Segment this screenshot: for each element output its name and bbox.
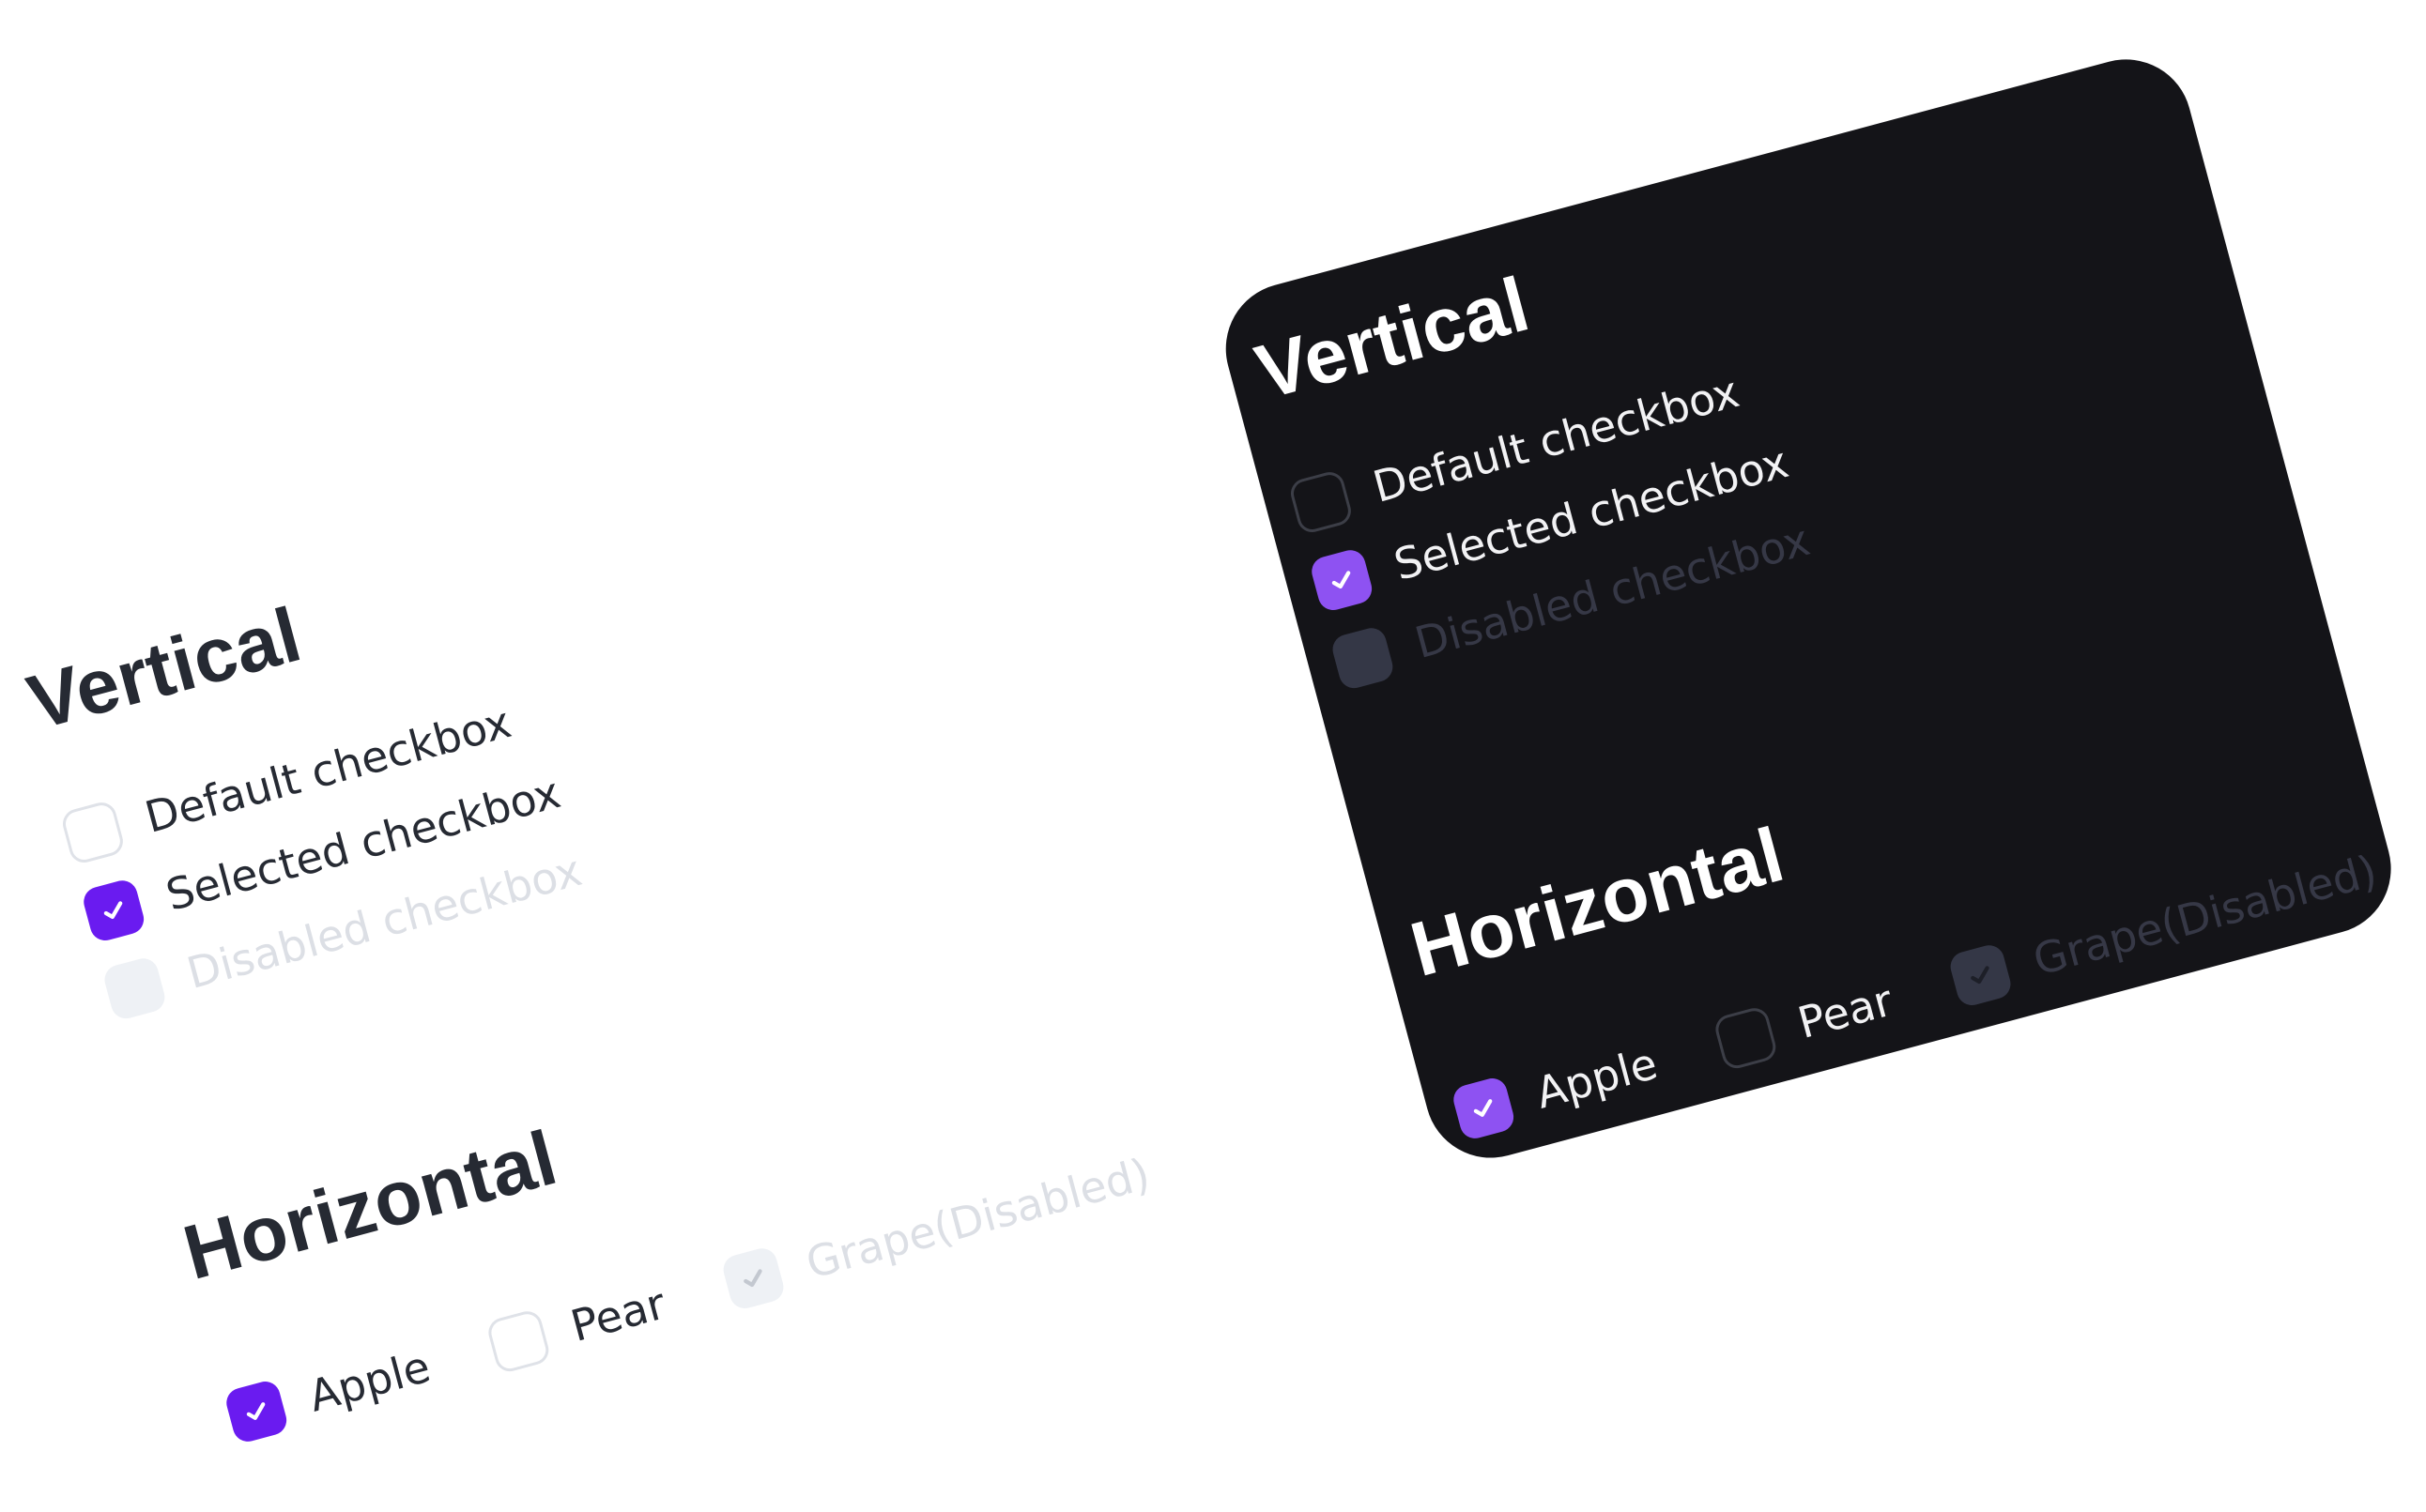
light-pear-checkbox[interactable]: Pear <box>484 1276 671 1375</box>
checkbox-label: Grape(Disabled) <box>800 1148 1156 1289</box>
checkmark-icon <box>103 901 123 920</box>
checkbox-disabled-box <box>100 955 168 1022</box>
checkbox-checked-box[interactable] <box>223 1378 290 1445</box>
checkbox-unchecked-box[interactable] <box>59 799 127 866</box>
checkbox-showcase: Vertical Default checkbox Selected check… <box>0 0 2426 1512</box>
checkbox-checked-box[interactable] <box>80 877 147 944</box>
light-grape-checkbox: Grape(Disabled) <box>720 1146 1156 1312</box>
checkbox-label: Apple <box>303 1340 436 1422</box>
checkbox-label: Pear <box>565 1277 671 1352</box>
checkmark-icon <box>246 1402 266 1420</box>
checkmark-icon <box>1473 1099 1493 1117</box>
checkmark-icon <box>744 1269 763 1287</box>
checkmark-icon <box>1331 571 1351 589</box>
light-horizontal-group: Horizontal Apple Pear Grape(Disabled) <box>176 972 1156 1445</box>
light-apple-checkbox[interactable]: Apple <box>223 1339 437 1445</box>
checkmark-icon <box>1971 966 1990 984</box>
checkbox-disabled-checked-box <box>720 1245 788 1312</box>
light-vertical-list: Default checkbox Selected checkbox Disab… <box>59 687 587 1022</box>
light-vertical-group: Vertical Default checkbox Selected check… <box>20 542 588 1022</box>
checkbox-unchecked-box[interactable] <box>484 1307 552 1375</box>
